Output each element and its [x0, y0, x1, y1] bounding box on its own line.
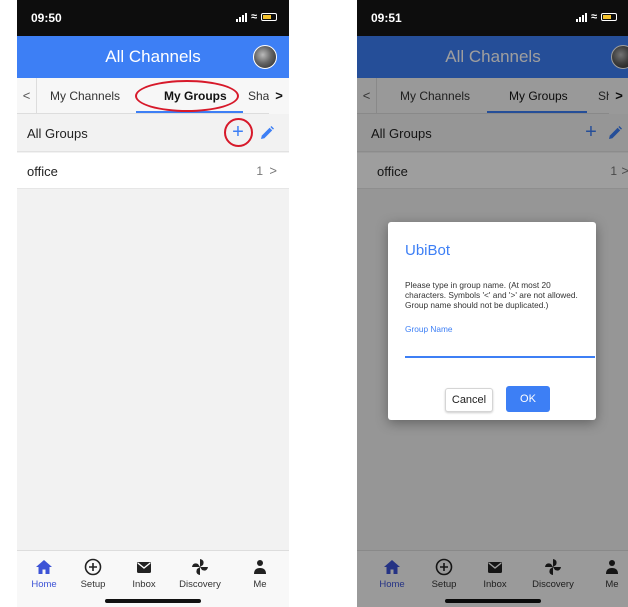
signal-icon	[235, 12, 247, 22]
nav-label: Me	[253, 579, 267, 590]
group-name-label: Group Name	[405, 324, 453, 334]
tab-shared[interactable]: Sha	[248, 78, 269, 114]
ok-button[interactable]: OK	[506, 386, 550, 412]
tab-my-channels[interactable]: My Channels	[50, 78, 120, 114]
group-name-input[interactable]	[405, 340, 595, 358]
annotation-circle	[224, 118, 253, 147]
nav-label: Setup	[80, 579, 106, 590]
edit-pencil-icon[interactable]	[257, 123, 277, 143]
status-time: 09:50	[31, 11, 62, 25]
status-bar: 09:50 ≈	[17, 0, 289, 36]
wifi-icon: ≈	[590, 11, 597, 23]
status-icons: ≈	[575, 11, 617, 23]
nav-setup[interactable]: Setup	[66, 557, 120, 590]
phone-screen-dialog: 09:51 ≈ All Channels < My Channels My Gr…	[357, 0, 628, 607]
cancel-button[interactable]: Cancel	[445, 388, 493, 412]
bottom-nav: Home Setup Inbox Discovery Me	[17, 550, 289, 607]
home-icon	[36, 560, 52, 574]
home-indicator	[105, 599, 201, 603]
annotation-circle	[135, 80, 239, 112]
groups-header-label: All Groups	[27, 126, 88, 141]
battery-icon	[261, 13, 277, 21]
group-name: office	[27, 164, 58, 179]
group-name-dialog: UbiBot Please type in group name. (At mo…	[388, 222, 596, 420]
battery-icon	[601, 13, 617, 21]
avatar[interactable]	[253, 45, 277, 69]
list-item[interactable]: office 1 >	[17, 153, 289, 189]
wifi-icon: ≈	[250, 11, 257, 23]
tab-bar: < My Channels My Groups Sha >	[17, 78, 289, 114]
dialog-message: Please type in group name. (At most 20 c…	[405, 280, 578, 310]
dialog-title: UbiBot	[405, 242, 451, 259]
phone-screen-groups: 09:50 ≈ All Channels < My Channels My Gr…	[17, 0, 289, 607]
nav-inbox[interactable]: Inbox	[117, 557, 171, 590]
nav-discovery[interactable]: Discovery	[173, 557, 227, 590]
tab-scroll-left-icon[interactable]: <	[17, 78, 37, 114]
group-count: 1	[256, 164, 263, 178]
tab-scroll-right-icon[interactable]: >	[269, 78, 289, 114]
signal-icon	[575, 12, 587, 22]
chevron-right-icon: >	[269, 163, 277, 178]
nav-label: Home	[31, 579, 57, 590]
pinwheel-icon	[192, 559, 208, 575]
groups-header: All Groups +	[17, 115, 289, 152]
add-circle-icon	[84, 558, 102, 576]
mail-icon	[137, 562, 151, 573]
app-bar: All Channels	[17, 36, 289, 78]
nav-label: Discovery	[179, 579, 221, 590]
status-icons: ≈	[235, 11, 277, 23]
status-bar: 09:51 ≈	[357, 0, 628, 36]
person-icon	[254, 560, 266, 574]
nav-label: Inbox	[132, 579, 156, 590]
nav-me[interactable]: Me	[233, 557, 287, 590]
page-title: All Channels	[105, 47, 201, 66]
nav-home[interactable]: Home	[17, 557, 71, 590]
status-time: 09:51	[371, 11, 402, 25]
